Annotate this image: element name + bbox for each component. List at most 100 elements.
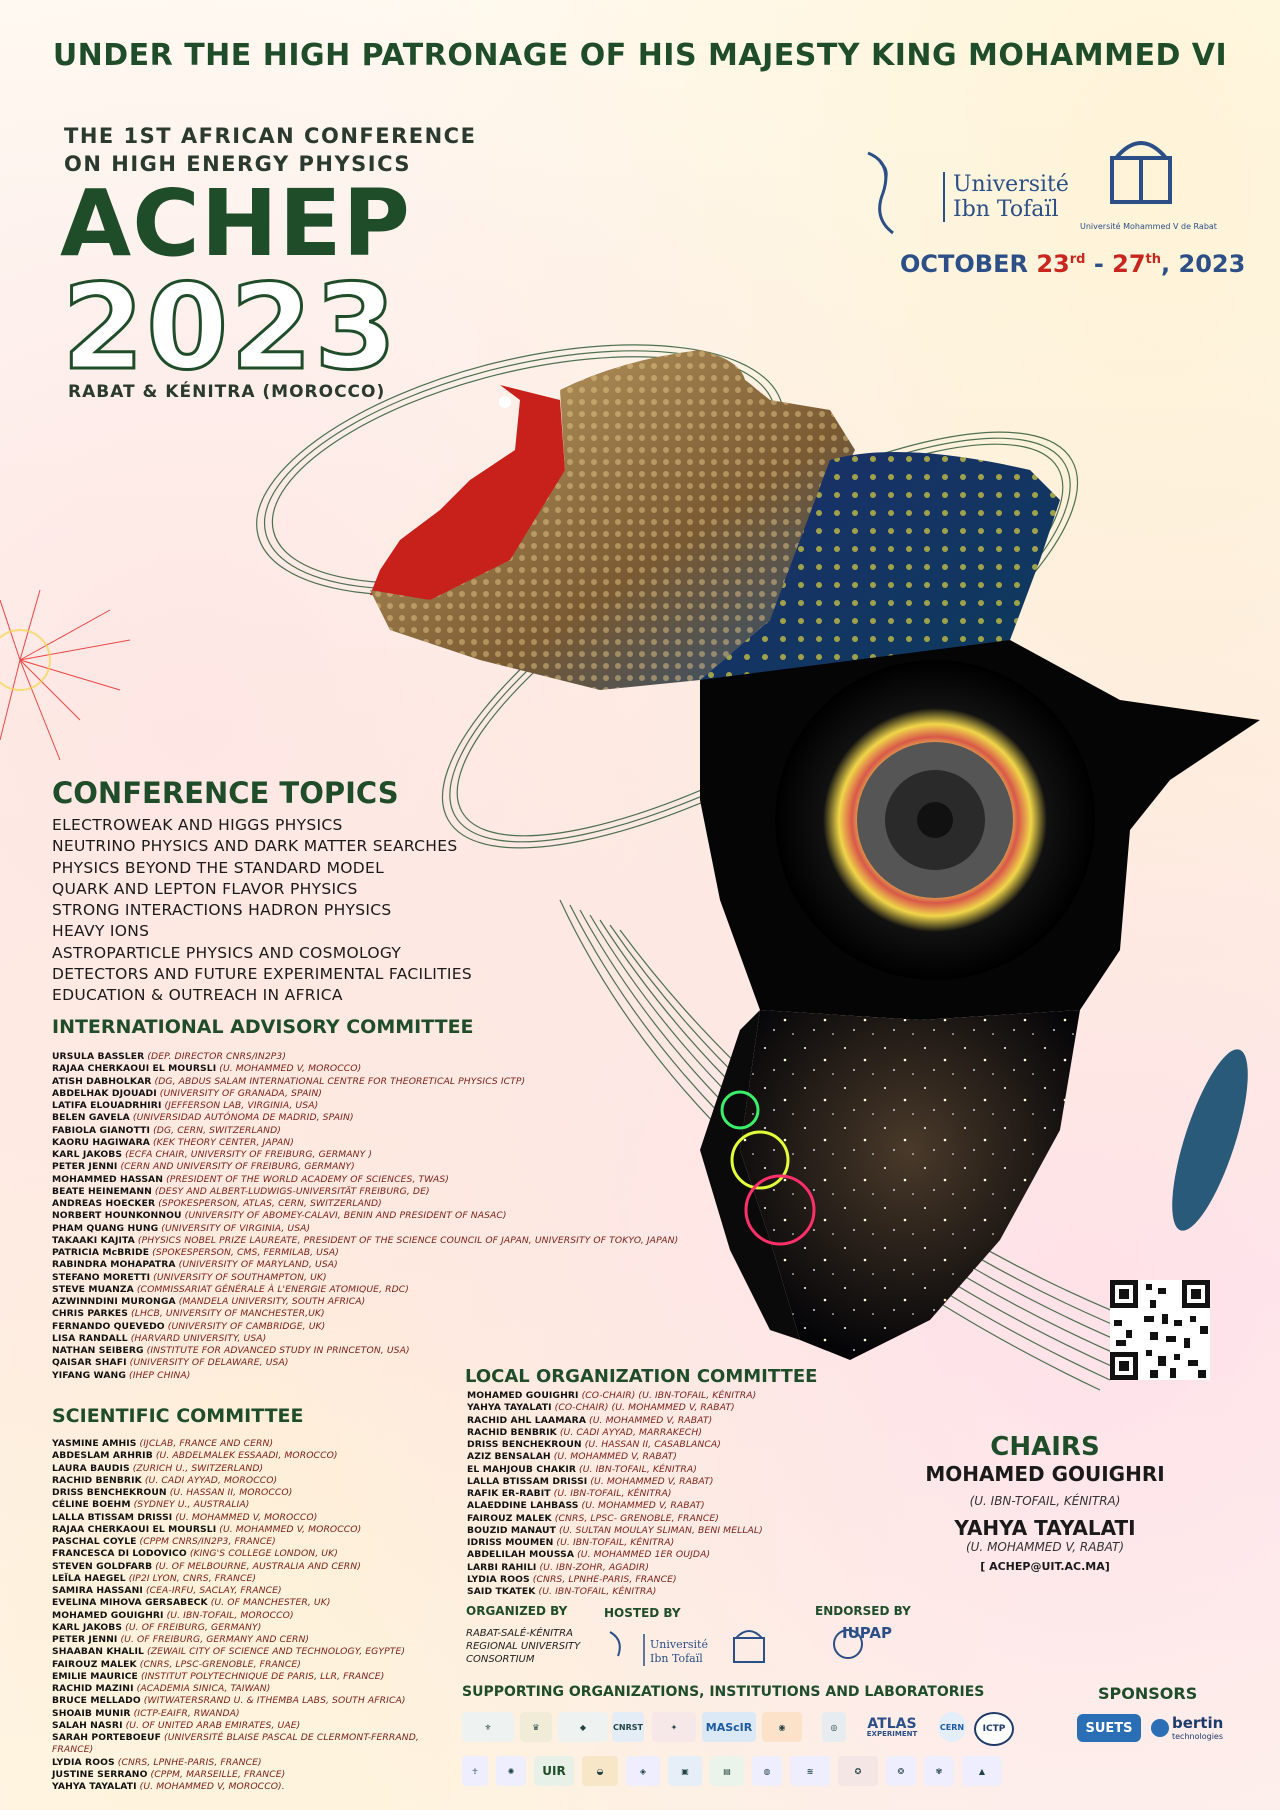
member-affiliation: (UNIVERSITY OF MARYLAND, USA) (175, 1259, 338, 1271)
institution-logo-9: ◍ (752, 1756, 782, 1786)
member-affiliation: (CERN AND UNIVERSITY OF FREIBURG, GERMAN… (117, 1161, 355, 1173)
member-affiliation: (U. IBN-TOFAIL, KÉNITRA) (535, 1586, 657, 1597)
member-name: IDRISS MOUMEN (467, 1537, 554, 1548)
member-name: LAURA BAUDIS (52, 1462, 130, 1474)
committee-member: SAID TKATEK (U. IBN-TOFAIL, KÉNITRA) (467, 1586, 767, 1598)
committee-member: DRISS BENCHEKROUN (U. HASSAN II, MOROCCO… (52, 1487, 462, 1499)
sponsor-suets-logo: SUETS (1077, 1714, 1141, 1742)
mascir-logo: MAScIR (702, 1712, 756, 1742)
svg-text:Ibn Tofaïl: Ibn Tofaïl (650, 1652, 703, 1665)
university-logos: Université Ibn Tofaïl Université Mohamme… (848, 128, 1228, 238)
committee-member: EVELINA MIHOVA GERSABECK (U. OF MANCHEST… (52, 1597, 462, 1609)
committee-member: RAFIK ER-RABIT (U. IBN-TOFAIL, KÉNITRA) (467, 1488, 767, 1500)
member-affiliation: (U. MOHAMMED V, RABAT) (578, 1500, 705, 1512)
committee-member: RAJAA CHERKAOUI EL MOURSLI (U. MOHAMMED … (52, 1063, 692, 1075)
crest-logo: ♛ (520, 1712, 552, 1742)
university-name-line1: Université (953, 172, 1069, 197)
member-name: YASMINE AMHIS (52, 1438, 137, 1449)
african-academy-logo: ▲ (962, 1756, 1002, 1786)
member-affiliation: (DG, CERN, SWITZERLAND) (150, 1124, 281, 1136)
member-name: EL MAHJOUB CHAKIR (467, 1463, 577, 1475)
committee-member: KARL JAKOBS (ECFA CHAIR, UNIVERSITY OF F… (52, 1149, 692, 1161)
member-affiliation: (U. MOHAMMED V, RABAT) (550, 1451, 677, 1463)
member-name: RACHID MAZINI (52, 1683, 134, 1694)
member-name: PETER JENNI (52, 1161, 118, 1173)
institution-logo-4: ✺ (496, 1756, 526, 1786)
member-name: ABDELILAH MOUSSA (467, 1549, 575, 1561)
committee-member: BELEN GAVELA (UNIVERSIDAD AUTÓNOMA DE MA… (52, 1112, 692, 1124)
committee-member: ANDREAS HOECKER (SPOKESPERSON, ATLAS, CE… (52, 1198, 692, 1210)
member-affiliation: (COMMISSARIAT GÉNÉRALE À L'ENERGIE ATOMI… (133, 1283, 409, 1295)
loc-title: LOCAL ORGANIZATION COMMITTEE (465, 1366, 818, 1387)
member-affiliation: (U. HASSAN II, MOROCCO) (166, 1487, 293, 1498)
member-name: STEFANO MORETTI (52, 1271, 151, 1283)
supporting-logos-row-1: ⚜ ♛ ◆ CNRST ✦ MAScIR ◉ ◎ ATLAS EXPERIMENT… (462, 1712, 1022, 1752)
topic-item: EDUCATION & OUTREACH IN AFRICA (52, 986, 343, 1005)
member-affiliation: (ZEWAIL CITY OF SCIENCE AND TECHNOLOGY, … (143, 1646, 406, 1658)
member-name: FABIOLA GIANOTTI (52, 1124, 151, 1136)
contact-email[interactable]: [ ACHEP@UIT.AC.MA] (900, 1560, 1190, 1573)
supporting-logos-row-2: ☥ ✺ UIR ◒ ◈ ▣ ▤ ◍ ≋ ✪ ❂ ✾ ▲ (462, 1756, 1022, 1796)
chair-2-name: YAHYA TAYALATI (954, 1516, 1136, 1540)
committee-member: URSULA BASSLER (DEP. DIRECTOR CNRS/IN2P3… (52, 1051, 692, 1063)
member-affiliation: (U. MOHAMMED V, MOROCCO) (216, 1523, 362, 1535)
member-name: LEÏLA HAEGEL (52, 1572, 126, 1584)
member-name: EVELINA MIHOVA GERSABECK (52, 1597, 208, 1609)
consortium-name: RABAT-SALÉ-KÉNITRA REGIONAL UNIVERSITY C… (466, 1628, 581, 1665)
member-affiliation: (ECFA CHAIR, UNIVERSITY OF FREIBURG, GER… (122, 1149, 373, 1160)
member-name: DRISS BENCHEKROUN (467, 1439, 582, 1450)
committee-member: LALLA BTISSAM DRISSI (U. MOHAMMED V, MOR… (52, 1512, 462, 1524)
member-name: KAORU HAGIWARA (52, 1136, 150, 1148)
committee-member: LYDIA ROOS (CNRS, LPNHE-PARIS, FRANCE) (52, 1757, 462, 1769)
committee-member: FABIOLA GIANOTTI (DG, CERN, SWITZERLAND) (52, 1125, 692, 1137)
umv-emblem-icon (1110, 141, 1172, 204)
conference-acronym: ACHEP (60, 170, 411, 277)
topic-item: ELECTROWEAK AND HIGGS PHYSICS (52, 816, 343, 834)
member-name: ABDELHAK DJOUADI (52, 1087, 157, 1099)
member-affiliation: (UNIVERSITY OF GRANADA, SPAIN) (156, 1087, 322, 1099)
qr-code[interactable] (1110, 1280, 1210, 1380)
institution-logo-2: ◉ (762, 1712, 802, 1742)
member-affiliation: (CO-CHAIR) (U. MOHAMMED V, RABAT) (551, 1402, 735, 1414)
member-name: LALLA BTISSAM DRISSI (52, 1511, 173, 1523)
committee-member: KARL JAKOBS (U. OF FREIBURG, GERMANY) (52, 1622, 462, 1634)
member-affiliation: (UNIVERSITY OF VIRGINIA, USA) (158, 1222, 311, 1234)
committee-member: LAURA BAUDIS (ZURICH U., SWITZERLAND) (52, 1463, 462, 1475)
member-affiliation: (PRESIDENT OF THE WORLD ACADEMY OF SCIEN… (163, 1173, 449, 1185)
committee-member: JUSTINE SERRANO (CPPM, MARSEILLE, FRANCE… (52, 1769, 462, 1781)
member-affiliation: (CNRS, LPNHE-PARIS, FRANCE) (114, 1756, 262, 1768)
member-affiliation: (IP2I LYON, CNRS, FRANCE) (125, 1572, 257, 1584)
committee-member: LALLA BTISSAM DRISSI (U. MOHAMMED V, RAB… (467, 1476, 767, 1488)
committee-member: ABDELHAK DJOUADI (UNIVERSITY OF GRANADA,… (52, 1088, 692, 1100)
member-affiliation: (U. ABDELMALEK ESSAADI, MOROCCO) (152, 1450, 338, 1462)
member-affiliation: (LHCB, UNIVERSITY OF MANCHESTER,UK) (128, 1308, 325, 1320)
member-affiliation: (U. MOHAMMED V, MOROCCO). (136, 1781, 285, 1792)
topics-list: ELECTROWEAK AND HIGGS PHYSICS NEUTRINO PH… (52, 815, 472, 1007)
committee-member: MOHAMED GOUIGHRI (U. IBN-TOFAIL, MOROCCO… (52, 1610, 462, 1622)
member-name: RACHID BENBRIK (467, 1426, 557, 1438)
member-name: ANDREAS HOECKER (52, 1198, 156, 1209)
member-name: QAISAR SHAFI (52, 1357, 127, 1369)
committee-member: NATHAN SEIBERG (INSTITUTE FOR ADVANCED S… (52, 1345, 692, 1357)
committee-member: FRANCESCA DI LODOVICO (KING'S COLLEGE LO… (52, 1548, 462, 1560)
member-name: DRISS BENCHEKROUN (52, 1487, 167, 1498)
member-affiliation: (CNRS, LPSC- GRENOBLE, FRANCE) (551, 1512, 719, 1524)
member-name: AZIZ BENSALAH (467, 1451, 551, 1463)
member-affiliation: (SPOKESPERSON, ATLAS, CERN, SWITZERLAND) (155, 1198, 382, 1209)
supporting-title: SUPPORTING ORGANIZATIONS, INSTITUTIONS A… (462, 1684, 985, 1700)
member-affiliation: (U. MOHAMMED V, RABAT) (587, 1475, 714, 1487)
member-affiliation: (UNIVERSIDAD AUTÓNOMA DE MADRID, SPAIN) (129, 1112, 354, 1124)
committee-member: SHAABAN KHALIL (ZEWAIL CITY OF SCIENCE A… (52, 1646, 462, 1658)
member-name: KARL JAKOBS (52, 1621, 123, 1633)
member-name: LYDIA ROOS (52, 1756, 115, 1768)
member-affiliation: (U. MOHAMMED 1ER OUJDA) (574, 1549, 711, 1561)
member-affiliation: (U. CADI AYYAD, MARRAKECH) (556, 1426, 703, 1438)
bertin-mark-icon (1151, 1719, 1169, 1737)
committee-member: EL MAHJOUB CHAKIR (U. IBN-TOFAIL, KÉNITR… (467, 1464, 767, 1476)
member-name: BELEN GAVELA (52, 1112, 130, 1124)
sc-title: SCIENTIFIC COMMITTEE (52, 1405, 304, 1427)
sponsors-title: SPONSORS (1098, 1684, 1198, 1703)
member-affiliation: (U. MOHAMMED V, MOROCCO) (216, 1063, 362, 1075)
member-name: LARBI RAHILI (467, 1561, 537, 1573)
member-affiliation: (U. IBN-TOFAIL, MOROCCO) (163, 1609, 294, 1621)
